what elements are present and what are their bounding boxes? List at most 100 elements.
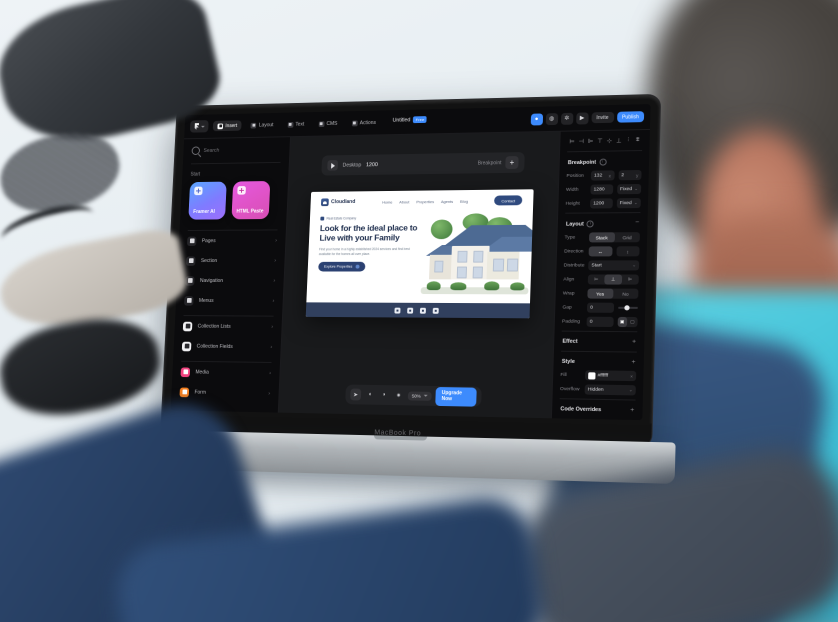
toolbar-tab-layout[interactable]: Layout xyxy=(246,119,278,130)
preview-play-icon[interactable]: ▶ xyxy=(575,111,589,125)
sidebar-item-form[interactable]: Form › xyxy=(171,382,279,404)
breakpoint-width: 1200 xyxy=(365,161,379,168)
add-style-button[interactable]: + xyxy=(631,358,635,366)
add-code-override-button[interactable]: + xyxy=(630,407,634,415)
position-x-field[interactable]: 132 x xyxy=(590,170,615,181)
laptop-lid: Insert Layout Text CMS Actions Untitled … xyxy=(160,93,662,449)
layout-type-grid[interactable]: Grid xyxy=(614,232,640,242)
add-effect-button[interactable]: + xyxy=(632,338,636,346)
padding-mode-segmented[interactable]: ▣ ▢ xyxy=(617,316,638,328)
align-segmented[interactable]: ⊨ ⊥ ⊫ xyxy=(587,274,639,285)
layout-type-segmented[interactable]: Stack Grid xyxy=(588,232,640,243)
website-preview-frame[interactable]: Cloudland Home About Properties Agents B… xyxy=(305,189,534,319)
info-icon[interactable]: i xyxy=(586,220,595,228)
nav-link-blog[interactable]: Blog xyxy=(460,198,468,203)
color-swatch[interactable] xyxy=(588,371,596,379)
width-mode-select[interactable]: Fixed ⌄ xyxy=(616,183,642,195)
collapse-layout-button[interactable]: − xyxy=(635,219,639,227)
overflow-select[interactable]: Hidden ⌄ xyxy=(584,384,636,396)
search-input[interactable]: Search xyxy=(183,137,290,162)
remove-fill-icon[interactable]: × xyxy=(630,373,633,378)
feature-icon xyxy=(419,307,426,314)
sidebar-item-collection-fields[interactable]: Collection Fields › xyxy=(173,336,281,357)
direction-horizontal-option[interactable]: ↔ xyxy=(588,246,613,257)
cms-icon xyxy=(318,120,325,127)
toolbar-tab-text[interactable]: Text xyxy=(283,119,310,130)
toolbar-tab-cms[interactable]: CMS xyxy=(313,118,342,129)
start-card-group: Framer AI HTML Paste xyxy=(180,181,288,229)
height-mode-select[interactable]: Fixed ⌄ xyxy=(616,198,641,209)
distribute-vertical-icon[interactable]: ⩨ xyxy=(634,137,641,144)
comment-tool-icon[interactable]: ◖ xyxy=(364,389,375,401)
layout-type-stack[interactable]: Stack xyxy=(588,232,615,243)
sidebar-item-section[interactable]: Section › xyxy=(178,250,285,270)
site-logo[interactable]: Cloudland xyxy=(320,198,355,207)
info-icon[interactable]: i xyxy=(599,158,607,166)
zoom-level-select[interactable]: 50% xyxy=(407,390,432,401)
align-right-icon[interactable]: ⊫ xyxy=(587,138,594,145)
window xyxy=(434,260,444,273)
wrap-segmented[interactable]: Yes No xyxy=(587,288,639,299)
width-field[interactable]: 1280 xyxy=(590,184,613,195)
align-left-icon[interactable]: ⊨ xyxy=(568,138,575,145)
align-middle-icon[interactable]: ⊹ xyxy=(606,138,613,145)
section-icon xyxy=(186,255,196,266)
gap-field[interactable]: 0 xyxy=(586,302,614,313)
add-breakpoint-button[interactable]: + xyxy=(505,156,519,170)
wrap-no[interactable]: No xyxy=(613,289,639,299)
align-center-icon[interactable]: ⊥ xyxy=(604,274,622,285)
sidebar-item-pages[interactable]: Pages › xyxy=(179,230,286,250)
align-end-icon[interactable]: ⊫ xyxy=(622,274,639,284)
toolbar-tab-insert[interactable]: Insert xyxy=(212,120,243,132)
invite-button[interactable]: Invite xyxy=(591,111,614,124)
padding-field[interactable]: 0 xyxy=(586,316,614,327)
nav-link-home[interactable]: Home xyxy=(382,199,393,204)
gear-icon[interactable]: ✲ xyxy=(560,112,574,125)
sidebar-item-label: Media xyxy=(195,369,209,376)
property-label: Gap xyxy=(562,305,572,311)
sidebar-item-menus[interactable]: Menus › xyxy=(176,290,284,311)
settings-tool-icon[interactable]: ✷ xyxy=(393,389,404,401)
arrow-circle-icon xyxy=(355,264,360,269)
toolbar-tab-actions[interactable]: Actions xyxy=(347,117,381,128)
site-contact-button[interactable]: Contact xyxy=(494,195,523,206)
wrap-yes[interactable]: Yes xyxy=(587,288,613,299)
publish-button[interactable]: Publish xyxy=(616,111,645,123)
height-field[interactable]: 1200 xyxy=(589,198,613,209)
hero-cta-button[interactable]: Explore Properties xyxy=(318,261,366,272)
house-illustration xyxy=(420,213,534,295)
sidebar-item-navigation[interactable]: Navigation › xyxy=(177,271,285,291)
nav-link-properties[interactable]: Properties xyxy=(416,199,434,204)
padding-individual-icon[interactable]: ▢ xyxy=(627,317,637,327)
distribute-select[interactable]: Start ⌄ xyxy=(588,260,640,271)
start-card-html-paste[interactable]: HTML Paste xyxy=(231,181,271,220)
site-navbar: Cloudland Home About Properties Agents B… xyxy=(310,189,533,213)
align-start-icon[interactable]: ⊨ xyxy=(588,274,605,284)
document-name[interactable]: Untitled xyxy=(393,117,411,123)
nav-link-about[interactable]: About xyxy=(399,199,409,204)
distribute-horizontal-icon[interactable]: ⫶ xyxy=(625,137,632,144)
chevron-right-icon: › xyxy=(271,323,274,330)
direction-vertical-option[interactable]: ↕ xyxy=(615,246,640,257)
start-card-framer-ai[interactable]: Framer AI xyxy=(188,181,227,220)
hand-tool-icon[interactable]: ◗ xyxy=(379,389,390,401)
cursor-tool-icon[interactable]: ➤ xyxy=(350,388,362,401)
align-bottom-icon[interactable]: ⊥ xyxy=(615,137,622,144)
fill-field[interactable]: #ffffff × xyxy=(584,370,637,382)
design-canvas[interactable]: Desktop 1200 Breakpoint + Cloudland Home… xyxy=(278,131,560,419)
globe-icon[interactable]: ◍ xyxy=(545,112,558,125)
sidebar-item-media[interactable]: Media › xyxy=(172,362,280,384)
slider-knob[interactable] xyxy=(624,305,630,311)
align-center-horizontal-icon[interactable]: ⊣ xyxy=(578,138,585,145)
upgrade-button[interactable]: Upgrade Now xyxy=(435,386,477,407)
breakpoint-play-icon[interactable] xyxy=(327,160,339,171)
position-y-field[interactable]: 2 y xyxy=(618,169,642,181)
avatar[interactable]: ● xyxy=(530,112,543,125)
nav-link-agents[interactable]: Agents xyxy=(441,199,453,204)
breakpoint-bar[interactable]: Desktop 1200 Breakpoint + xyxy=(321,152,525,176)
framer-logo-button[interactable] xyxy=(189,120,209,133)
align-top-icon[interactable]: ⊤ xyxy=(596,138,603,145)
padding-all-icon[interactable]: ▣ xyxy=(617,316,628,328)
sidebar-item-collection-lists[interactable]: Collection Lists › xyxy=(174,316,282,337)
gap-slider[interactable] xyxy=(617,303,638,313)
